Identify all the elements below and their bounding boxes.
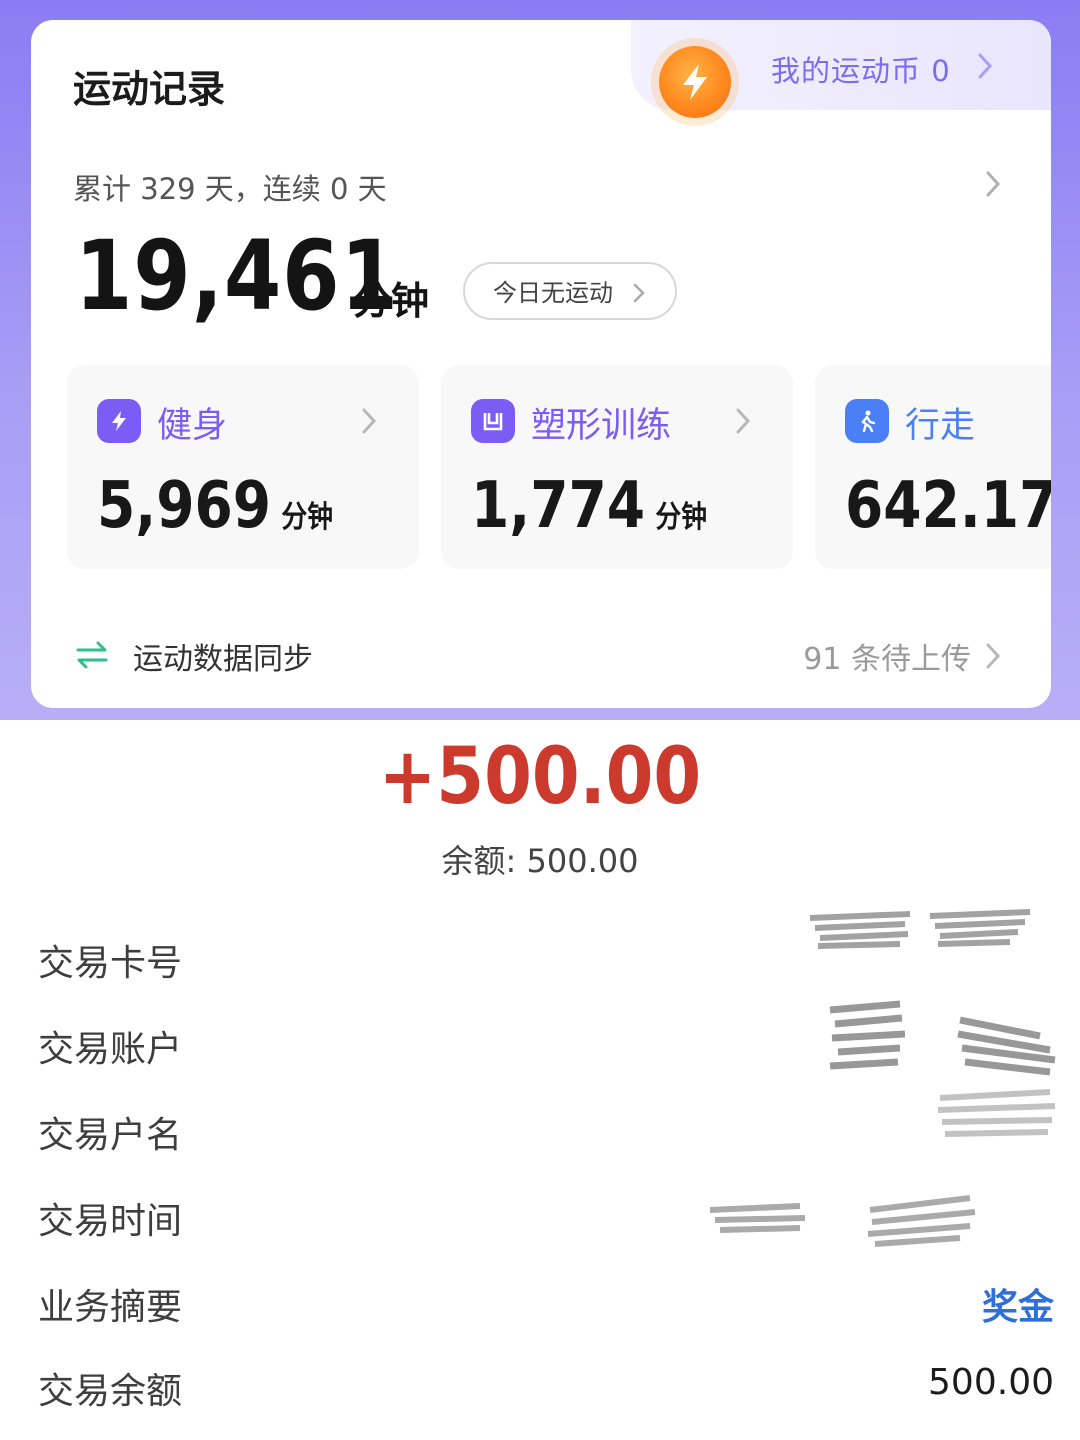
row-label-account-name: 交易户名 <box>38 1115 183 1156</box>
sport-value: 5,969 分钟 <box>97 469 333 543</box>
lightning-icon <box>97 399 141 443</box>
chevron-right-icon[interactable] <box>985 642 1001 670</box>
sport-value: 1,774 分钟 <box>471 469 707 543</box>
sport-tile-shaping[interactable]: 塑形训练 1,774 分钟 <box>441 365 793 569</box>
sport-value: 642.17公 <box>845 469 1051 543</box>
sport-name: 行走 <box>905 406 976 446</box>
row-value-amount: 500.00 <box>928 1362 1054 1403</box>
row-label-card-number: 交易卡号 <box>38 943 183 984</box>
sport-name: 塑形训练 <box>531 406 672 446</box>
row-label-amount: 交易余额 <box>38 1371 183 1412</box>
row-value-summary: 奖金 <box>981 1287 1054 1328</box>
total-minutes: 19,461 <box>75 220 399 332</box>
today-status-label: 今日无运动 <box>493 279 613 307</box>
redaction-scribble <box>709 1195 976 1247</box>
chevron-right-icon <box>736 408 751 434</box>
summary-text[interactable]: 累计 329 天，连续 0 天 <box>73 166 387 208</box>
redaction-scribble <box>809 909 1031 949</box>
chevron-right-icon[interactable] <box>985 170 1001 198</box>
total-unit: 分钟 <box>353 279 430 323</box>
coin-balance-link[interactable]: 我的运动币 0 <box>771 48 951 90</box>
chevron-right-icon <box>633 283 645 303</box>
sport-value-number: 5,969 <box>97 469 272 543</box>
sport-value-number: 642.17 <box>845 469 1051 543</box>
row-label-account: 交易账户 <box>38 1029 183 1070</box>
redaction-scribble <box>937 1089 1056 1137</box>
transaction-amount: +500.00 <box>378 732 702 822</box>
row-label-time: 交易时间 <box>38 1201 183 1242</box>
walking-icon <box>845 399 889 443</box>
exercise-record-card: 我的运动币 0 运动记录 累计 329 天，连续 0 天 19,461 分钟 今… <box>31 20 1051 708</box>
sport-name: 健身 <box>157 406 228 446</box>
sport-value-unit: 分钟 <box>281 500 334 535</box>
sync-icon <box>76 641 108 669</box>
today-status-button[interactable]: 今日无运动 <box>463 262 677 320</box>
sync-status[interactable]: 91 条待上传 <box>803 634 971 678</box>
sport-value-unit: 分钟 <box>655 500 708 535</box>
coin-icon <box>659 46 731 118</box>
chevron-right-icon <box>362 408 377 434</box>
sport-tile-fitness[interactable]: 健身 5,969 分钟 <box>67 365 419 569</box>
redaction-scribble <box>829 1000 1056 1076</box>
sport-value-number: 1,774 <box>471 469 646 543</box>
card-title: 运动记录 <box>73 67 226 111</box>
chevron-right-icon <box>978 53 993 79</box>
sport-tile-walking[interactable]: 行走 642.17公 <box>815 365 1051 569</box>
row-label-summary: 业务摘要 <box>38 1287 183 1328</box>
balance-text: 余额: 500.00 <box>441 842 639 880</box>
sync-label[interactable]: 运动数据同步 <box>133 634 313 678</box>
shaping-icon <box>471 399 515 443</box>
